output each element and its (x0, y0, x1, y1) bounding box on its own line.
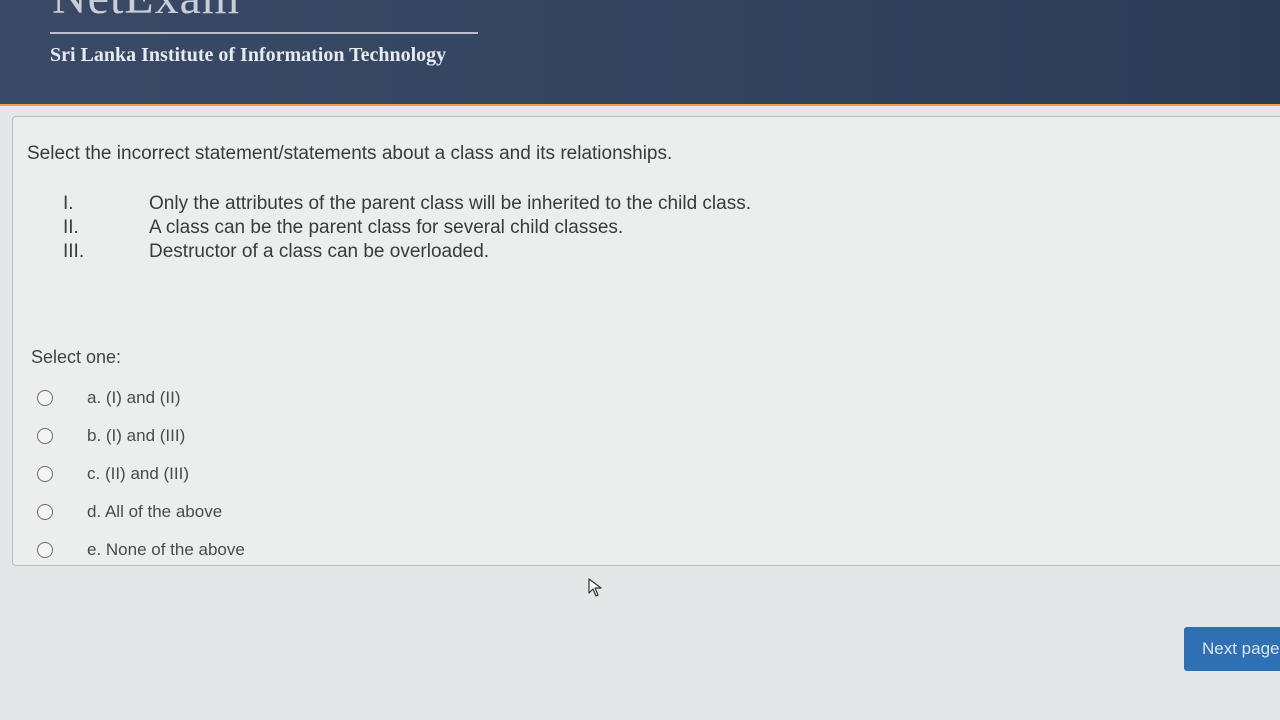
statement-number: III. (63, 241, 85, 262)
answer-option-e[interactable]: e. None of the above (37, 531, 245, 569)
option-label[interactable]: d. All of the above (87, 502, 222, 522)
statement-text: A class can be the parent class for seve… (149, 217, 624, 238)
next-page-button[interactable]: Next page (1184, 627, 1280, 671)
answer-option-b[interactable]: b. (I) and (III) (37, 417, 245, 455)
statement-text: Only the attributes of the parent class … (149, 193, 751, 214)
answer-option-c[interactable]: c. (II) and (III) (37, 455, 245, 493)
statement-number: I. (63, 193, 74, 214)
statement-text: Destructor of a class can be overloaded. (149, 241, 490, 262)
select-one-label: Select one: (31, 347, 122, 367)
radio-button-b[interactable] (37, 428, 53, 444)
statement-number: II. (63, 217, 79, 238)
radio-button-a[interactable] (37, 390, 53, 406)
institute-name: Sri Lanka Institute of Information Techn… (50, 44, 447, 66)
question-prompt: Select the incorrect statement/statement… (27, 143, 673, 164)
answer-option-a[interactable]: a. (I) and (II) (37, 379, 245, 417)
option-label[interactable]: c. (II) and (III) (87, 464, 189, 484)
answer-options: a. (I) and (II) b. (I) and (III) c. (II)… (37, 379, 245, 569)
radio-button-e[interactable] (37, 542, 53, 558)
brand-divider (50, 32, 478, 34)
mouse-pointer-icon (588, 578, 602, 597)
site-header: NetExam Sri Lanka Institute of Informati… (0, 0, 1280, 107)
option-label[interactable]: e. None of the above (87, 540, 245, 560)
brand-logo-text: NetExam (52, 0, 240, 25)
answer-option-d[interactable]: d. All of the above (37, 493, 245, 531)
option-label[interactable]: b. (I) and (III) (87, 426, 185, 446)
option-label[interactable]: a. (I) and (II) (87, 388, 181, 408)
question-card: Select the incorrect statement/statement… (12, 116, 1280, 566)
main-content: Select the incorrect statement/statement… (0, 106, 1280, 720)
radio-button-c[interactable] (37, 466, 53, 482)
radio-button-d[interactable] (37, 504, 53, 520)
